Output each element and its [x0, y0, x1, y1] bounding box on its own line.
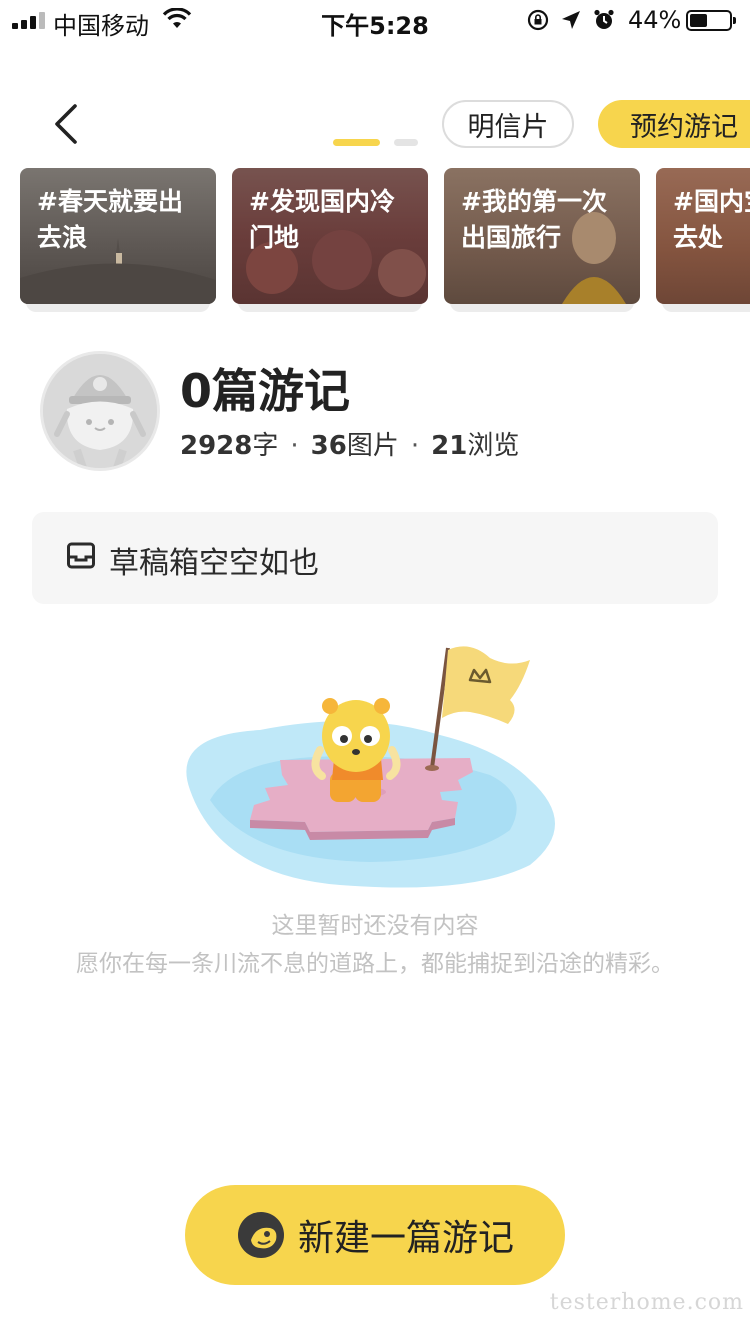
stat-separator: ·: [410, 431, 420, 461]
empty-state-subtitle: 愿你在每一条川流不息的道路上，都能捕捉到沿途的精彩。: [76, 951, 674, 977]
rotation-lock-icon: [527, 9, 549, 31]
topic-card-wrapper: #国内宝去处: [656, 168, 750, 314]
stat-photos: 36图片: [310, 431, 399, 461]
mascot-logo-icon: [237, 1212, 284, 1258]
topic-card-wrapper: #我的第一次 出国旅行: [444, 168, 640, 314]
tab-postcard[interactable]: 明信片: [442, 100, 574, 148]
topic-card[interactable]: #春天就要出 去浪: [20, 168, 216, 304]
chevron-left-icon: [55, 104, 77, 144]
profile-stats: 2928字 · 36图片 · 21浏览: [180, 425, 519, 462]
new-travelogue-label: 新建一篇游记: [297, 1218, 514, 1259]
topic-carousel[interactable]: #春天就要出 去浪 #发现国内冷 门地 #我的第一次出国旅行 #国内 去处: [20, 168, 750, 314]
drafts-box[interactable]: 草稿箱空空如也: [32, 512, 718, 604]
back-button[interactable]: [44, 100, 88, 148]
drafts-empty-text: 草稿箱空空如也: [109, 546, 319, 581]
watermark: testerhome.com: [549, 1290, 744, 1315]
topic-card-label: #发现国内冷 门地: [249, 187, 395, 252]
travelogue-count-title: 0篇游记: [180, 364, 351, 418]
new-travelogue-button[interactable]: 新建一篇游记: [185, 1185, 565, 1285]
page-indicator: [333, 139, 418, 146]
default-avatar-mascot-icon: [43, 354, 157, 468]
inbox-icon: [67, 542, 95, 569]
topic-card-wrapper: #发现国内冷 门地: [232, 168, 428, 314]
page-dot: [394, 139, 418, 146]
topic-card-wrapper: #春天就要出 去浪: [20, 168, 216, 314]
battery-icon: [686, 10, 736, 31]
topic-card[interactable]: #发现国内冷 门地: [232, 168, 428, 304]
page-dot-active: [333, 139, 380, 146]
empty-state-illustration: [186, 646, 555, 888]
status-bar: 中国移动 下午5:28 44%: [0, 0, 750, 40]
status-icons: [526, 8, 616, 32]
stat-separator: ·: [290, 431, 299, 461]
alarm-icon: [594, 9, 614, 29]
stat-views: 21浏览: [431, 431, 520, 461]
topic-card-label: #我的第一次 出国旅行: [461, 187, 607, 252]
topic-card-label: #春天就要出 去浪: [37, 187, 183, 252]
avatar[interactable]: [40, 351, 160, 471]
battery-percent: 44%: [628, 6, 682, 34]
stat-words: 2928字: [180, 431, 279, 461]
topic-card-label: #国内宝去处: [673, 187, 750, 252]
tab-booking-travelogue[interactable]: 预约游记: [598, 100, 750, 148]
topic-card[interactable]: #我的第一次 出国旅行: [444, 168, 640, 304]
topic-card[interactable]: #国内宝去处: [656, 168, 750, 304]
location-arrow-icon: [562, 11, 580, 29]
empty-state-title: 这里暂时还没有内容: [271, 913, 479, 939]
